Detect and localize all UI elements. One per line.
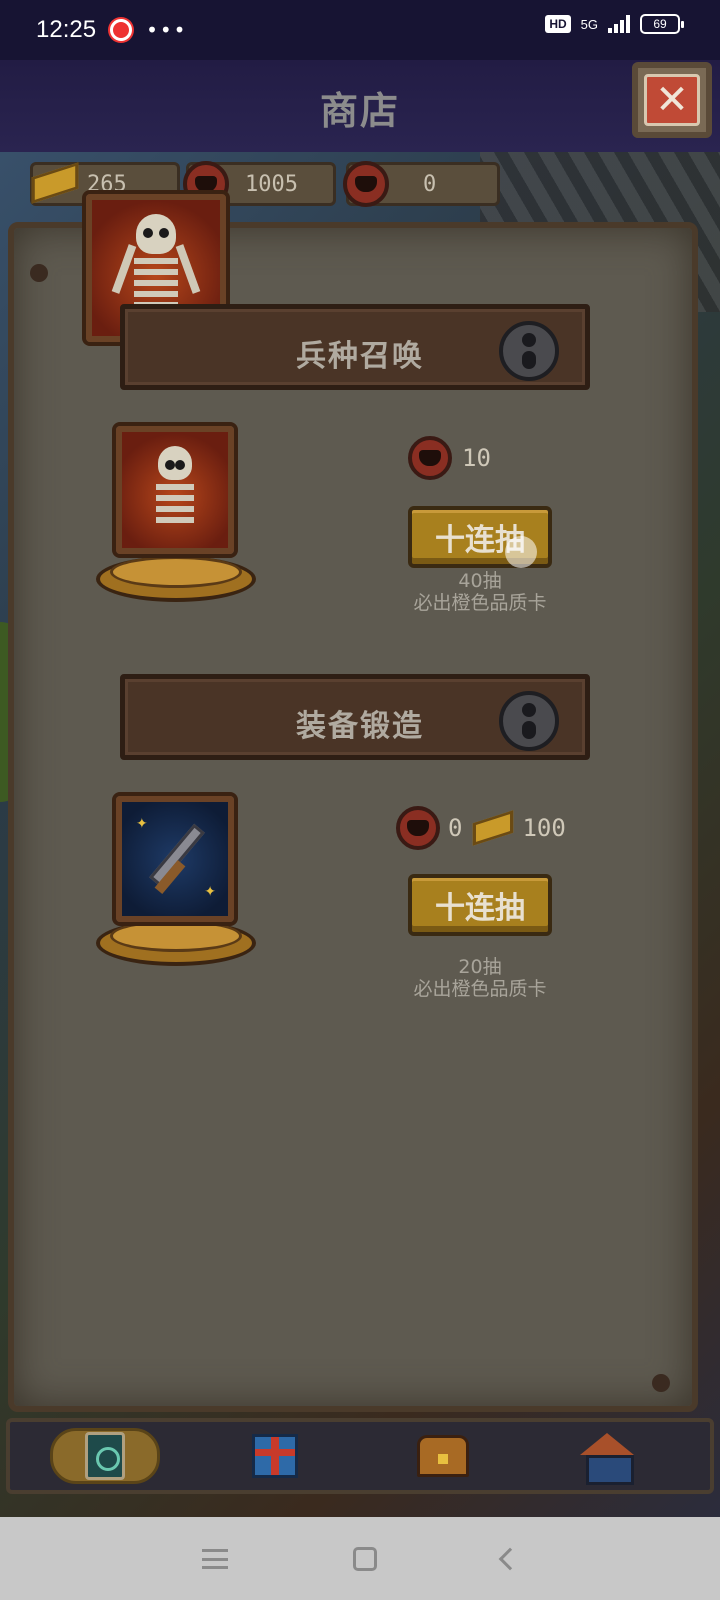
summon-guarantee-note: 40抽 必出橙色品质卡 [380, 570, 580, 614]
anvil-coin-icon [343, 161, 389, 207]
pedestal [96, 920, 256, 966]
skeleton-body [134, 258, 178, 308]
menu-icon[interactable] [202, 1548, 229, 1569]
signal-icon [608, 15, 630, 33]
forge-cost: 0 100 [396, 806, 566, 850]
back-icon[interactable] [498, 1547, 521, 1570]
skeleton-body [156, 484, 194, 528]
skeleton-arm [111, 244, 137, 294]
forge-note-text: 必出橙色品质卡 [413, 978, 547, 1000]
skeleton-arm [175, 244, 201, 294]
chest-icon [417, 1435, 469, 1477]
summon-cost-amount: 10 [462, 444, 491, 472]
tab-gifts[interactable] [220, 1428, 330, 1484]
gold-bar-icon [473, 810, 514, 846]
battery-icon: 69 [640, 14, 684, 34]
forge-guarantee-note: 20抽 必出橙色品质卡 [380, 956, 580, 1000]
card-icon [85, 1432, 125, 1480]
bottom-tab-bar [6, 1418, 714, 1494]
sparkle-icon: ✦ [136, 816, 148, 832]
system-nav-bar [0, 1517, 720, 1600]
section-header-forge: 装备锻造 [120, 674, 590, 760]
troop-card-portrait[interactable] [116, 426, 234, 554]
touch-indicator [505, 536, 537, 568]
tab-chest[interactable] [388, 1428, 498, 1484]
close-button[interactable]: ✕ [632, 62, 712, 138]
more-notifications-icon: ••• [146, 18, 188, 42]
status-bar: 12:25 ••• HD 5G 69 [0, 0, 720, 60]
skeleton-head [158, 446, 192, 480]
skull-coin-icon [408, 436, 452, 480]
forge-ten-draw-button[interactable]: 十连抽 [408, 874, 552, 936]
gift-icon [252, 1434, 298, 1478]
summon-note-text: 必出橙色品质卡 [413, 592, 547, 614]
page-title: 商店 [319, 89, 400, 133]
skeleton-head [136, 214, 176, 254]
panel-rivet [30, 264, 48, 282]
gold-bar-icon [31, 162, 79, 204]
currency-anvil-value: 0 [423, 171, 437, 197]
info-button-forge[interactable] [499, 691, 559, 751]
summon-cost: 10 [408, 436, 491, 480]
pedestal [96, 556, 256, 602]
status-icons: HD 5G 69 [545, 14, 684, 34]
section-header-summon: 兵种召唤 [120, 304, 590, 390]
currency-anvil: 0 [343, 161, 500, 207]
network-label: 5G [580, 16, 598, 32]
anvil-coin-icon [396, 806, 440, 850]
tab-cards[interactable] [50, 1428, 160, 1484]
close-icon: ✕ [644, 74, 700, 126]
sparkle-icon: ✦ [204, 884, 216, 900]
forge-gold-amount: 100 [522, 814, 566, 842]
hd-badge: HD [545, 15, 571, 33]
sword-icon [149, 823, 205, 887]
title-bar: 商店 [0, 60, 720, 152]
home-icon[interactable] [352, 1546, 377, 1571]
clock: 12:25 [36, 16, 97, 43]
equipment-card-portrait[interactable]: ✦ ✦ [116, 796, 234, 922]
tab-base[interactable] [552, 1428, 662, 1485]
panel-rivet [652, 1374, 670, 1392]
info-button-summon[interactable] [499, 321, 559, 381]
forge-cost-amount: 0 [448, 814, 463, 842]
hut-icon [580, 1433, 634, 1485]
shop-panel [8, 222, 698, 1412]
forge-note-count: 20抽 [458, 956, 502, 978]
currency-gold-value: 265 [87, 171, 127, 197]
notification-icon [110, 19, 133, 41]
currency-skull-value: 1005 [245, 171, 298, 197]
summon-note-count: 40抽 [458, 570, 502, 592]
